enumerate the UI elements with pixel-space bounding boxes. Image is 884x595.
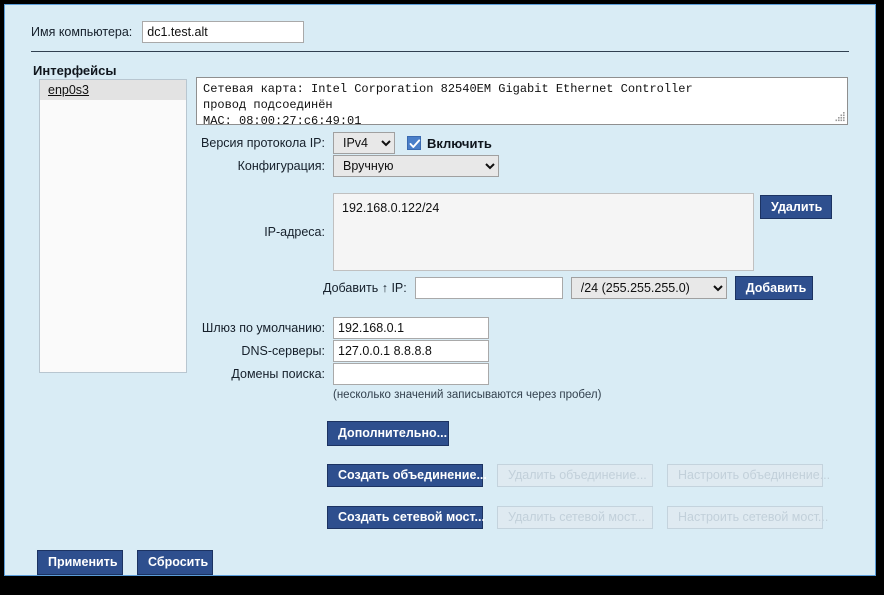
ip-version-label: Версия протокола IP: [199,136,325,150]
add-ip-input[interactable] [415,277,563,299]
ip-version-select[interactable]: IPv4 [333,132,395,154]
gateway-label: Шлюз по умолчанию: [199,321,325,335]
setup-bond-button: Настроить объединение... [667,464,823,487]
computer-name-label: Имя компьютера: [31,25,132,39]
list-item[interactable]: enp0s3 [40,80,186,100]
configuration-label: Конфигурация: [199,159,325,173]
info-line-2: провод подсоединён [203,98,333,112]
delete-bridge-button: Удалить сетевой мост... [497,506,653,529]
gateway-row: Шлюз по умолчанию: [199,317,489,339]
enable-label: Включить [427,136,492,151]
netmask-select[interactable]: /24 (255.255.255.0) [571,277,727,299]
gateway-input[interactable] [333,317,489,339]
delete-ip-button[interactable]: Удалить [760,195,832,219]
create-bond-button[interactable]: Создать объединение... [327,464,483,487]
list-item[interactable]: 192.168.0.122/24 [342,200,745,217]
ip-addresses-label: IP-адреса: [199,225,325,239]
delete-bond-button: Удалить объединение... [497,464,653,487]
setup-bridge-button: Настроить сетевой мост... [667,506,823,529]
info-line-3: MAC: 08:00:27:c6:49:01 [203,114,361,125]
interface-info-box[interactable]: Сетевая карта: Intel Corporation 82540EM… [196,77,848,125]
bridge-buttons-row: Создать сетевой мост... Удалить сетевой … [327,506,823,529]
reset-button[interactable]: Сбросить [137,550,213,575]
ip-addresses-row: IP-адреса: 192.168.0.122/24 [199,193,754,271]
apply-button[interactable]: Применить [37,550,123,575]
enable-checkbox[interactable] [407,136,421,150]
configuration-row: Конфигурация: Вручную [199,155,499,177]
check-icon [409,138,421,150]
network-settings-window: Имя компьютера: Интерфейсы enp0s3 Сетева… [4,4,876,576]
computer-name-row: Имя компьютера: [31,21,304,43]
footer-buttons: Применить Сбросить [37,550,213,575]
interfaces-title: Интерфейсы [33,63,117,78]
bond-buttons-row: Создать объединение... Удалить объединен… [327,464,823,487]
computer-name-input[interactable] [142,21,304,43]
interface-name: enp0s3 [48,83,89,97]
enable-checkbox-wrap[interactable]: Включить [407,136,492,151]
advanced-button[interactable]: Дополнительно... [327,421,449,446]
add-ip-button[interactable]: Добавить [735,276,813,300]
multi-value-hint: (несколько значений записываются через п… [333,389,601,401]
search-domains-input[interactable] [333,363,489,385]
dns-input[interactable] [333,340,489,362]
interfaces-list[interactable]: enp0s3 [39,79,187,373]
resize-grip-icon [834,111,846,123]
ip-version-row: Версия протокола IP: IPv4 Включить [199,132,499,154]
ip-addresses-list[interactable]: 192.168.0.122/24 [333,193,754,271]
info-line-1: Сетевая карта: Intel Corporation 82540EM… [203,82,693,96]
configuration-select[interactable]: Вручную [333,155,499,177]
search-domains-label: Домены поиска: [199,367,325,381]
section-divider [31,51,849,52]
create-bridge-button[interactable]: Создать сетевой мост... [327,506,483,529]
dns-row: DNS-серверы: [199,340,489,362]
dns-label: DNS-серверы: [199,344,325,358]
add-ip-row: Добавить ↑ IP: /24 (255.255.255.0) Добав… [323,276,813,300]
add-ip-label: Добавить ↑ IP: [323,281,407,295]
search-domains-row: Домены поиска: [199,363,489,385]
